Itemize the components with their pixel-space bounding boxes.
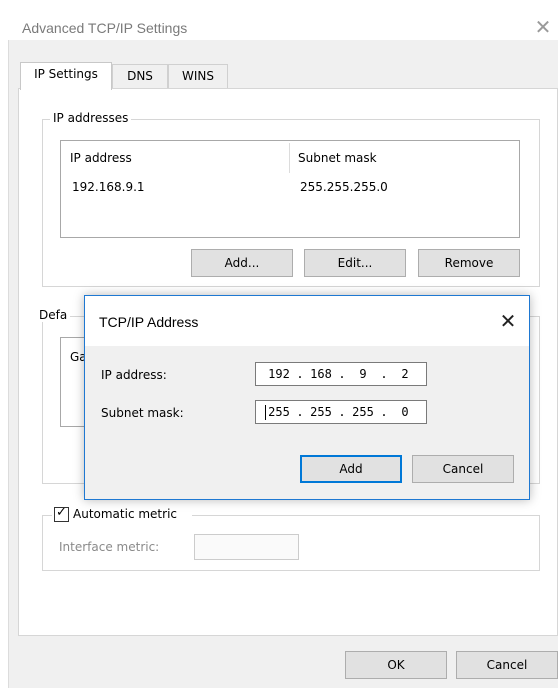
tcpip-address-dialog: TCP/IP Address ✕ IP address: 192 . 168 .… <box>84 295 530 500</box>
dialog-subnet-label: Subnet mask: <box>101 406 184 420</box>
default-gateways-group-title: Defa <box>36 308 71 322</box>
ip-addresses-group-title: IP addresses <box>50 111 132 125</box>
dialog-add-button[interactable]: Add <box>300 455 402 483</box>
automatic-metric-label[interactable]: Automatic metric <box>73 507 177 521</box>
dialog-cancel-button[interactable]: Cancel <box>412 455 514 483</box>
column-header-subnet-mask[interactable]: Subnet mask <box>298 151 377 165</box>
list-item-ip[interactable]: 192.168.9.1 <box>72 180 145 194</box>
ok-button[interactable]: OK <box>345 651 447 679</box>
dialog-close-icon[interactable]: ✕ <box>495 308 521 334</box>
interface-metric-input[interactable] <box>194 534 299 560</box>
column-header-ip-address[interactable]: IP address <box>70 151 132 165</box>
list-item-mask[interactable]: 255.255.255.0 <box>300 180 388 194</box>
dialog-ip-label: IP address: <box>101 368 167 382</box>
cancel-button[interactable]: Cancel <box>456 651 558 679</box>
mask-octet-4[interactable]: 0 <box>388 405 422 419</box>
dialog-subnet-mask-input[interactable]: 255 . 255 . 255 . 0 <box>255 400 427 424</box>
ip-dot: . <box>338 367 346 381</box>
mask-dot: . <box>380 405 388 419</box>
ip-octet-3[interactable]: 9 <box>346 367 380 381</box>
ip-octet-4[interactable]: 2 <box>388 367 422 381</box>
ip-dot: . <box>380 367 388 381</box>
mask-octet-1[interactable]: 255 <box>262 405 296 419</box>
remove-ip-button[interactable]: Remove <box>418 249 520 277</box>
dialog-title: TCP/IP Address <box>99 314 199 330</box>
ip-octet-1[interactable]: 192 <box>262 367 296 381</box>
ip-octet-2[interactable]: 168 <box>304 367 338 381</box>
automatic-metric-checkbox[interactable]: ✓ <box>54 505 69 522</box>
tab-dns[interactable]: DNS <box>112 64 168 88</box>
tab-wins[interactable]: WINS <box>168 64 228 88</box>
mask-dot: . <box>296 405 304 419</box>
mask-octet-2[interactable]: 255 <box>304 405 338 419</box>
add-ip-button[interactable]: Add... <box>191 249 293 277</box>
mask-octet-3[interactable]: 255 <box>346 405 380 419</box>
window-title: Advanced TCP/IP Settings <box>22 20 188 36</box>
ip-dot: . <box>296 367 304 381</box>
tab-ip-settings[interactable]: IP Settings <box>20 62 112 90</box>
mask-dot: . <box>338 405 346 419</box>
edit-ip-button[interactable]: Edit... <box>304 249 406 277</box>
window-close-icon[interactable]: ✕ <box>532 16 554 38</box>
interface-metric-label: Interface metric: <box>59 540 160 554</box>
column-separator[interactable] <box>289 143 290 173</box>
dialog-ip-address-input[interactable]: 192 . 168 . 9 . 2 <box>255 362 427 386</box>
check-icon: ✓ <box>56 505 67 520</box>
